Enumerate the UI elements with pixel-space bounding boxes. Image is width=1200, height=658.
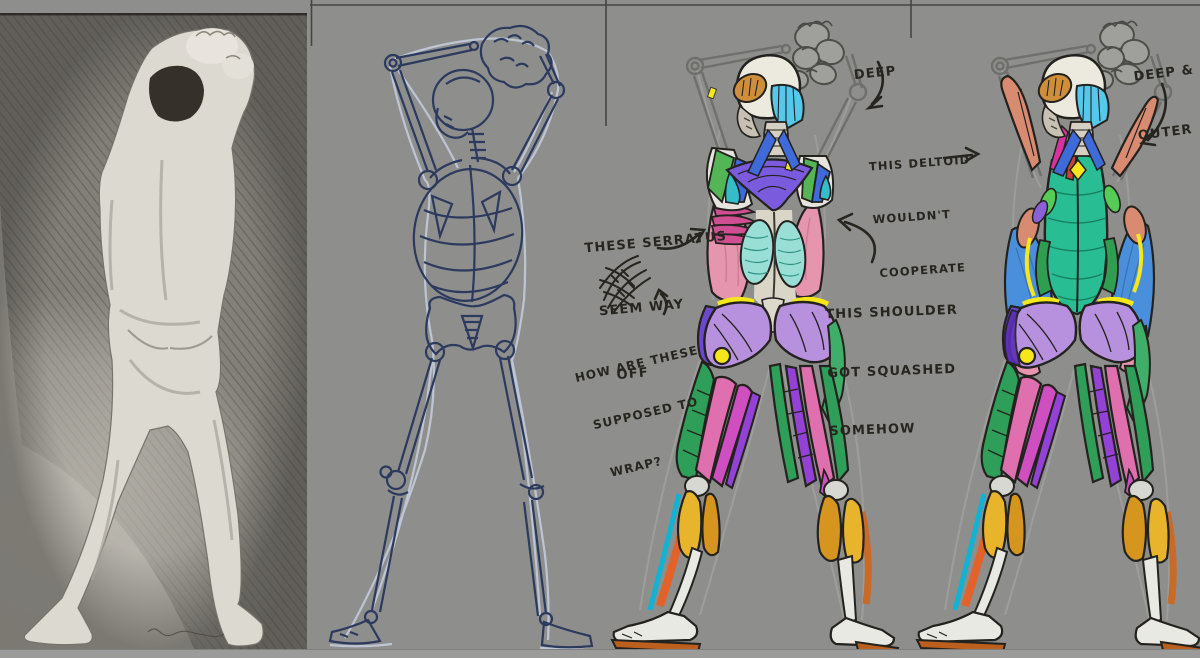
annotation-text: DEEP & <box>1133 61 1195 88</box>
annotation-text: SUPPOSED TO <box>591 391 711 434</box>
annotation-text: GOT SQUASHED <box>827 359 960 383</box>
annotation-text: WOULDN'T <box>872 205 975 230</box>
bottom-strip <box>0 649 1200 658</box>
annotation-text: OUTER <box>1137 119 1200 146</box>
anatomy-study-canvas: DEEP DEEP & OUTER THIS DELTOID WOULDN'T … <box>0 0 1200 658</box>
annotation-text: THIS SHOULDER <box>825 301 958 325</box>
annotation-text: HOW ARE THESE <box>573 342 700 387</box>
reference-photo-panel <box>0 13 307 658</box>
annotation-deep-outer: DEEP & OUTER <box>1128 22 1200 165</box>
annotation-text: DEEP <box>853 62 897 85</box>
annotation-text: WRAP? <box>609 440 723 482</box>
shoulder-arrow <box>839 214 875 262</box>
annotation-text: THESE SERRATUS <box>584 226 728 260</box>
skeleton-sketch-panel <box>330 26 592 649</box>
annotation-deep: DEEP <box>849 25 899 104</box>
annotation-shoulder: THIS SHOULDER GOT SQUASHED SOMEHOW <box>824 262 963 462</box>
annotation-text: SOMEHOW <box>829 418 962 442</box>
annotation-text: THIS DELTOID <box>868 151 971 176</box>
